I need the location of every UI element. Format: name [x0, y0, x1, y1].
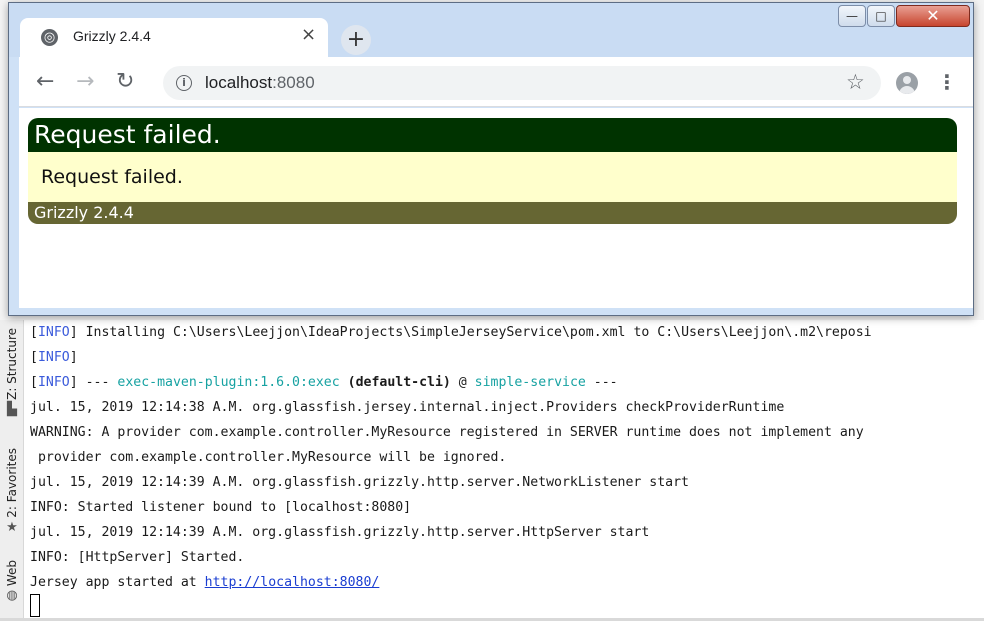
log-dashes-end: ---: [585, 375, 618, 390]
console-line: [INFO]: [30, 350, 78, 365]
localhost-link[interactable]: http://localhost:8080/: [205, 575, 380, 590]
side-tab-favorites-label: 2: Favorites: [5, 448, 19, 518]
console-line: provider com.example.controller.MyResour…: [30, 450, 507, 465]
exec-goal: (default-cli): [339, 375, 451, 390]
side-tab-web-label: Web: [5, 560, 19, 587]
side-tab-structure[interactable]: Z: Structure ▙: [0, 328, 24, 417]
structure-icon: ▙: [7, 401, 17, 417]
page-viewport: Request failed. Request failed. Grizzly …: [19, 108, 973, 308]
log-tag: INFO: [37, 325, 70, 340]
url-port: :8080: [272, 73, 315, 92]
title-bar[interactable]: ◎ Grizzly 2.4.4 × + — □ ✕: [9, 3, 973, 57]
side-tab-structure-label: Z: Structure: [5, 328, 19, 400]
project-name: simple-service: [474, 375, 586, 390]
console-line: [INFO] --- exec-maven-plugin:1.6.0:exec …: [30, 375, 618, 390]
log-text: Installing C:\Users\Leejjon\IdeaProjects…: [77, 325, 872, 340]
console-line: jul. 15, 2019 12:14:39 A.M. org.glassfis…: [30, 475, 689, 490]
info-icon[interactable]: i: [176, 75, 192, 91]
url-host: localhost: [205, 73, 273, 92]
menu-icon[interactable]: ⋮: [937, 69, 957, 95]
address-bar[interactable]: i localhost:8080 ☆: [163, 66, 881, 100]
browser-tab[interactable]: ◎ Grizzly 2.4.4 ×: [20, 18, 328, 57]
console-line: INFO: [HttpServer] Started.: [30, 550, 245, 565]
console-input-caret[interactable]: [30, 594, 40, 617]
close-tab-icon[interactable]: ×: [301, 24, 316, 45]
side-tab-web[interactable]: Web ◍: [0, 560, 24, 603]
star-icon: ★: [6, 519, 18, 535]
at-sign: @: [450, 375, 475, 390]
web-icon: ◍: [6, 588, 18, 604]
back-icon[interactable]: ←: [36, 70, 54, 94]
avatar-head: [903, 76, 911, 84]
log-tag: INFO: [37, 375, 70, 390]
avatar-icon[interactable]: [896, 72, 918, 94]
tab-title: Grizzly 2.4.4: [73, 28, 151, 44]
address-url: localhost:8080: [205, 73, 315, 93]
error-message: Request failed.: [28, 152, 957, 202]
window-controls: — □ ✕: [838, 5, 971, 29]
globe-icon: ◎: [41, 29, 58, 46]
run-console[interactable]: [INFO] Installing C:\Users\Leejjon\IdeaP…: [25, 320, 984, 618]
close-window-button[interactable]: ✕: [896, 5, 970, 27]
log-dashes: ---: [77, 375, 118, 390]
started-text: Jersey app started at: [30, 575, 205, 590]
log-tag: INFO: [37, 350, 70, 365]
page-title: Request failed.: [28, 118, 957, 152]
minimize-button[interactable]: —: [838, 5, 866, 27]
plugin-name: exec-maven-plugin:1.6.0:exec: [117, 375, 340, 390]
ide-side-toolbar: Z: Structure ▙ 2: Favorites ★ Web ◍: [0, 320, 24, 621]
new-tab-button[interactable]: +: [341, 25, 371, 55]
console-line: WARNING: A provider com.example.controll…: [30, 425, 864, 440]
console-line: INFO: Started listener bound to [localho…: [30, 500, 412, 515]
console-line: jul. 15, 2019 12:14:39 A.M. org.glassfis…: [30, 525, 650, 540]
server-footer: Grizzly 2.4.4: [28, 202, 957, 224]
avatar-body: [899, 86, 915, 94]
reload-icon[interactable]: ↻: [116, 70, 134, 94]
chrome-window: ◎ Grizzly 2.4.4 × + — □ ✕ ← → ↻ i localh…: [8, 2, 974, 316]
star-icon[interactable]: ☆: [846, 70, 865, 94]
browser-toolbar: ← → ↻ i localhost:8080 ☆ ⋮: [19, 57, 973, 107]
console-line: [INFO] Installing C:\Users\Leejjon\IdeaP…: [30, 325, 872, 340]
maximize-button[interactable]: □: [867, 5, 895, 27]
side-tab-favorites[interactable]: 2: Favorites ★: [0, 448, 24, 535]
forward-icon[interactable]: →: [76, 70, 94, 94]
console-line: jul. 15, 2019 12:14:38 A.M. org.glassfis…: [30, 400, 785, 415]
console-line: Jersey app started at http://localhost:8…: [30, 570, 379, 595]
